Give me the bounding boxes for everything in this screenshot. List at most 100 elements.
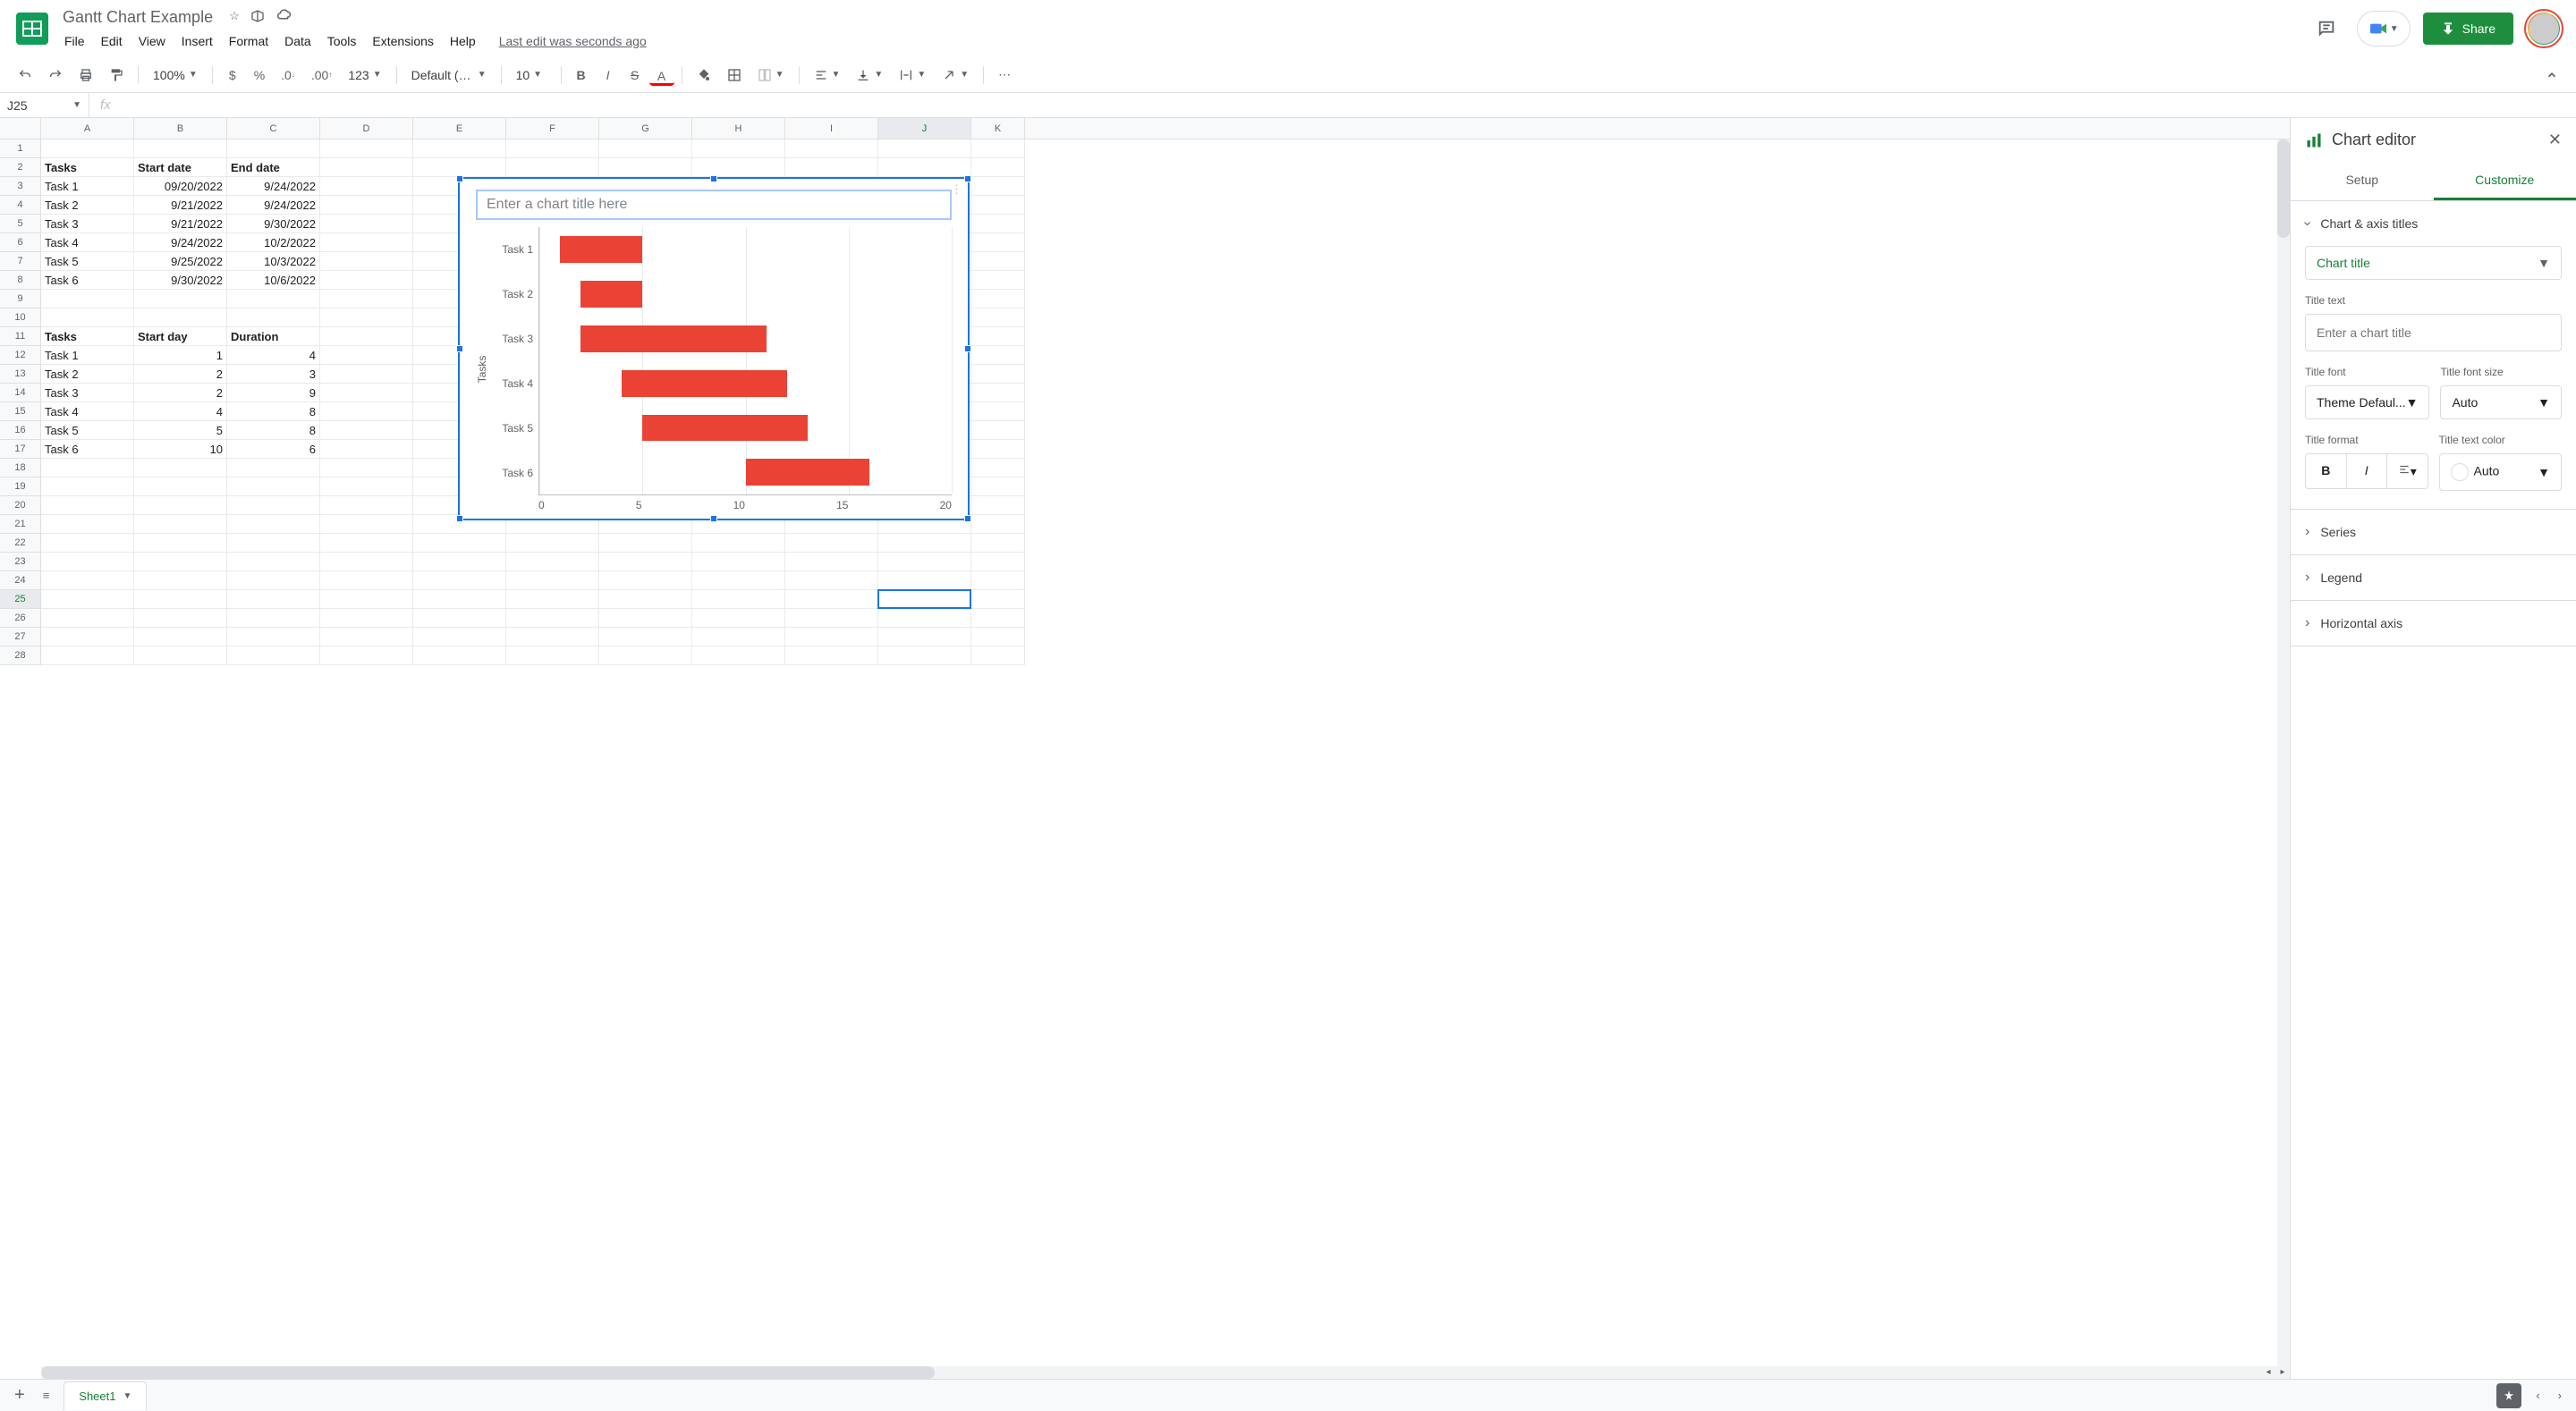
column-header[interactable]: D xyxy=(320,118,413,139)
cell[interactable] xyxy=(227,590,320,609)
vertical-scrollbar[interactable] xyxy=(2277,139,2290,1366)
cell[interactable] xyxy=(41,553,134,571)
cell[interactable] xyxy=(692,534,785,553)
cell[interactable] xyxy=(320,402,413,421)
cell[interactable]: 9/25/2022 xyxy=(134,252,227,271)
row-header[interactable]: 8 xyxy=(0,271,41,290)
cell[interactable] xyxy=(971,421,1025,440)
cell[interactable] xyxy=(134,290,227,308)
cell[interactable]: 5 xyxy=(134,421,227,440)
collapse-toolbar-button[interactable] xyxy=(2538,63,2565,88)
row-header[interactable]: 23 xyxy=(0,553,41,571)
cell[interactable] xyxy=(320,553,413,571)
row-header[interactable]: 20 xyxy=(0,496,41,515)
cell[interactable] xyxy=(599,553,692,571)
cell[interactable] xyxy=(971,215,1025,233)
row-header[interactable]: 11 xyxy=(0,327,41,346)
cell[interactable] xyxy=(785,628,878,646)
cell[interactable] xyxy=(227,290,320,308)
cell[interactable] xyxy=(320,327,413,346)
resize-handle[interactable] xyxy=(456,345,463,352)
share-button[interactable]: Share xyxy=(2423,13,2513,45)
cell[interactable] xyxy=(41,477,134,496)
cell[interactable] xyxy=(785,609,878,628)
cell[interactable] xyxy=(971,139,1025,158)
user-avatar[interactable] xyxy=(2526,11,2562,46)
cell[interactable] xyxy=(413,534,506,553)
resize-handle[interactable] xyxy=(710,515,717,522)
merge-button[interactable]: ▼ xyxy=(750,64,792,86)
cell[interactable] xyxy=(134,459,227,477)
cell[interactable] xyxy=(692,609,785,628)
row-header[interactable]: 1 xyxy=(0,139,41,158)
scroll-right-arrow[interactable]: ▸ xyxy=(2275,1366,2290,1379)
cell[interactable] xyxy=(971,496,1025,515)
cell[interactable] xyxy=(599,628,692,646)
cell[interactable] xyxy=(320,421,413,440)
cell[interactable]: Tasks xyxy=(41,158,134,177)
cell[interactable] xyxy=(413,571,506,590)
cell[interactable] xyxy=(785,646,878,665)
menu-extensions[interactable]: Extensions xyxy=(365,30,440,52)
cell[interactable] xyxy=(134,590,227,609)
cell[interactable] xyxy=(320,571,413,590)
cell[interactable] xyxy=(320,365,413,384)
cell[interactable] xyxy=(134,515,227,534)
cell[interactable] xyxy=(971,553,1025,571)
cell[interactable] xyxy=(320,459,413,477)
menu-insert[interactable]: Insert xyxy=(174,30,220,52)
cell[interactable] xyxy=(971,440,1025,459)
cell[interactable] xyxy=(506,646,599,665)
cell[interactable] xyxy=(506,609,599,628)
column-header[interactable]: B xyxy=(134,118,227,139)
cell[interactable]: Start date xyxy=(134,158,227,177)
cell[interactable]: 2 xyxy=(134,384,227,402)
cell[interactable]: 1 xyxy=(134,346,227,365)
section-series[interactable]: › Series xyxy=(2291,510,2576,554)
cell[interactable] xyxy=(320,515,413,534)
tab-setup[interactable]: Setup xyxy=(2291,162,2434,200)
horizontal-scrollbar[interactable] xyxy=(41,1366,2275,1379)
cell[interactable] xyxy=(692,590,785,609)
cell[interactable]: 8 xyxy=(227,402,320,421)
row-header[interactable]: 10 xyxy=(0,308,41,327)
cell[interactable] xyxy=(320,308,413,327)
cell[interactable] xyxy=(320,346,413,365)
cell[interactable] xyxy=(227,571,320,590)
row-header[interactable]: 19 xyxy=(0,477,41,496)
cell[interactable] xyxy=(134,646,227,665)
row-header[interactable]: 24 xyxy=(0,571,41,590)
cell[interactable] xyxy=(413,646,506,665)
spreadsheet-grid[interactable]: ABCDEFGHIJK 12TasksStart dateEnd date3Ta… xyxy=(0,118,2290,1379)
cell[interactable] xyxy=(320,196,413,215)
embedded-chart[interactable]: ⋮ Enter a chart title here Tasks Task 1T… xyxy=(458,177,970,520)
cell[interactable] xyxy=(320,440,413,459)
cell[interactable]: Task 2 xyxy=(41,365,134,384)
cell[interactable] xyxy=(971,402,1025,421)
cell[interactable] xyxy=(227,553,320,571)
cell[interactable]: 09/20/2022 xyxy=(134,177,227,196)
title-text-input[interactable] xyxy=(2305,314,2562,351)
cell[interactable] xyxy=(971,590,1025,609)
cell[interactable] xyxy=(320,646,413,665)
sheet-nav-left[interactable]: ‹ xyxy=(2532,1385,2543,1406)
fill-color-button[interactable] xyxy=(690,63,718,88)
paint-format-button[interactable] xyxy=(102,63,131,88)
row-header[interactable]: 16 xyxy=(0,421,41,440)
print-button[interactable] xyxy=(72,63,100,88)
cell[interactable] xyxy=(692,553,785,571)
cell[interactable] xyxy=(971,158,1025,177)
cell[interactable] xyxy=(785,139,878,158)
cell[interactable] xyxy=(599,609,692,628)
cell[interactable] xyxy=(599,646,692,665)
meet-button[interactable]: ▼ xyxy=(2357,11,2411,46)
section-legend[interactable]: › Legend xyxy=(2291,555,2576,600)
menu-tools[interactable]: Tools xyxy=(320,30,364,52)
cell[interactable] xyxy=(971,233,1025,252)
menu-file[interactable]: File xyxy=(57,30,92,52)
cell[interactable]: 3 xyxy=(227,365,320,384)
italic-button[interactable]: I xyxy=(596,63,621,88)
cell[interactable] xyxy=(41,646,134,665)
cell[interactable]: 9/24/2022 xyxy=(227,196,320,215)
cell[interactable]: 6 xyxy=(227,440,320,459)
